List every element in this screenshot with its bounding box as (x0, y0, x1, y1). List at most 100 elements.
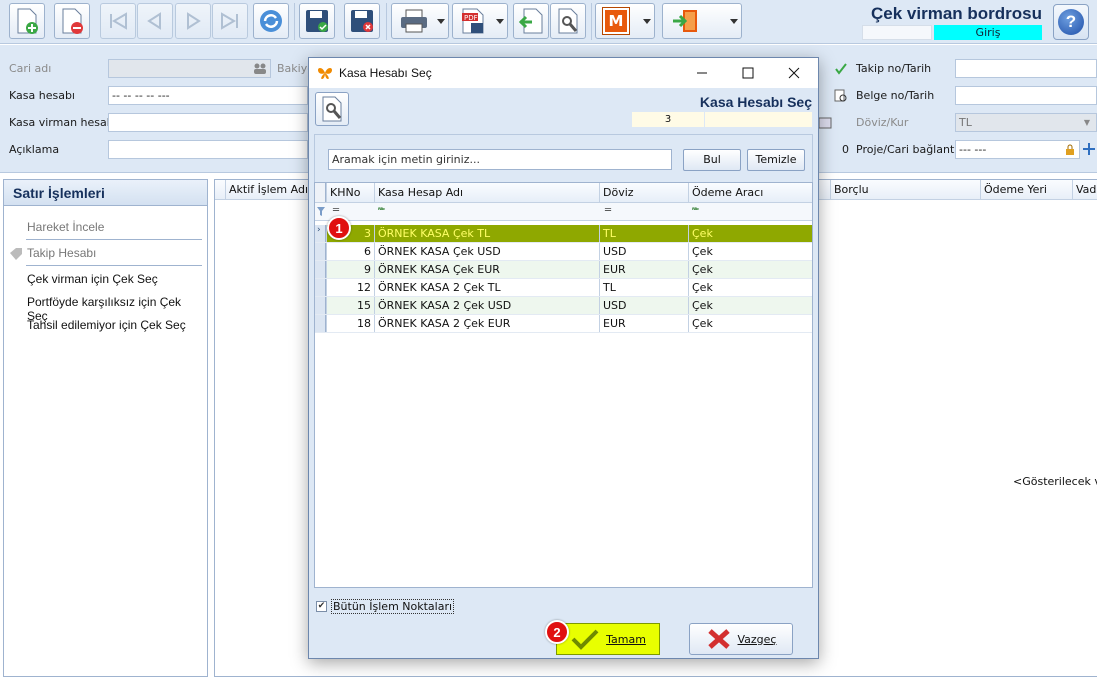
chevron-down-icon: ▼ (1083, 118, 1090, 127)
delete-document-icon (62, 8, 83, 34)
cell-kasa-hesap-adi: ÖRNEK KASA Çek EUR (374, 261, 599, 278)
clear-button[interactable]: Temizle (747, 149, 805, 171)
m-menu-button[interactable]: M (595, 3, 655, 39)
cell-kasa-hesap-adi: ÖRNEK KASA 2 Çek USD (374, 297, 599, 314)
takip-field[interactable] (955, 59, 1097, 78)
import-button[interactable] (513, 3, 549, 39)
pdf-export-button[interactable]: PDF (452, 3, 508, 39)
minimize-button[interactable] (679, 58, 725, 88)
document-search-icon[interactable] (834, 89, 848, 103)
cell-doviz: TL (599, 279, 688, 296)
dialog-title: Kasa Hesabı Seç (339, 66, 432, 80)
column-doviz[interactable]: Döviz (599, 183, 688, 202)
belge-field[interactable] (955, 86, 1097, 105)
cell-kasa-hesap-adi: ÖRNEK KASA Çek USD (374, 243, 599, 260)
takip-hesabi-item[interactable]: Takip Hesabı (4, 246, 204, 260)
cell-odeme-araci: Çek (688, 315, 812, 332)
save-button[interactable] (299, 3, 335, 39)
tahsil-edilemiyor-item[interactable]: Tahsil edilemiyor için Çek Seç (4, 318, 204, 332)
column-odeme-yeri[interactable]: Ödeme Yeri (980, 180, 1072, 200)
table-row[interactable]: 12 ÖRNEK KASA 2 Çek TL TL Çek (315, 279, 812, 297)
lock-icon (1066, 144, 1074, 155)
all-points-checkbox[interactable]: ✔ (316, 601, 327, 612)
satir-islemleri-panel: Satır İşlemleri Hareket İncele Takip Hes… (3, 179, 208, 677)
table-row[interactable]: 15 ÖRNEK KASA 2 Çek USD USD Çek (315, 297, 812, 315)
column-khno[interactable]: KHNo (326, 183, 374, 202)
cari-adi-label: Cari adı (9, 62, 52, 75)
table-row[interactable]: 18 ÖRNEK KASA 2 Çek EUR EUR Çek (315, 315, 812, 333)
minimize-icon (697, 72, 707, 74)
first-record-button[interactable] (100, 3, 136, 39)
add-icon[interactable] (1082, 142, 1096, 156)
dialog-titlebar: Kasa Hesabı Seç (309, 58, 818, 88)
delete-document-button[interactable] (54, 3, 90, 39)
step-1-badge: 1 (327, 216, 351, 240)
tools-button[interactable] (550, 3, 586, 39)
discard-button[interactable] (344, 3, 380, 39)
calculator-icon[interactable] (818, 116, 832, 130)
doviz-select[interactable]: TL ▼ (955, 113, 1097, 132)
chevron-down-icon (496, 19, 504, 24)
help-button[interactable]: ? (1053, 4, 1089, 40)
import-document-icon (518, 8, 543, 34)
table-row[interactable]: › 3 ÖRNEK KASA Çek TL TL Çek (315, 225, 812, 243)
maximize-button[interactable] (725, 58, 771, 88)
table-row[interactable]: 9 ÖRNEK KASA Çek EUR EUR Çek (315, 261, 812, 279)
refresh-icon (260, 10, 282, 32)
filter-row[interactable]: ═ ᴿᴮᶜ ═ ᴿᴮᶜ (315, 203, 812, 221)
print-button[interactable] (391, 3, 449, 39)
find-button[interactable]: Bul (683, 149, 741, 171)
cell-doviz: EUR (599, 261, 688, 278)
hareket-incele-item[interactable]: Hareket İncele (4, 220, 204, 234)
new-document-button[interactable] (9, 3, 45, 39)
cell-kasa-hesap-adi: ÖRNEK KASA 2 Çek TL (374, 279, 599, 296)
first-record-icon (110, 12, 127, 30)
close-button[interactable] (771, 58, 817, 88)
next-record-button[interactable] (175, 3, 211, 39)
equals-operator-icon: ═ (333, 205, 340, 216)
kasa-virman-field[interactable] (108, 113, 308, 132)
text-filter-icon: ᴿᴮᶜ (378, 207, 385, 214)
pdf-icon: PDF (462, 8, 484, 34)
search-input[interactable]: Aramak için metin giriniz... (328, 149, 672, 170)
cell-khno: 9 (326, 261, 374, 278)
column-borclu[interactable]: Borçlu (830, 180, 980, 200)
cancel-button[interactable]: Vazgeç (689, 623, 793, 655)
cari-adi-field[interactable] (108, 59, 271, 78)
column-vade[interactable]: Vade (1072, 180, 1097, 200)
table-row[interactable]: 6 ÖRNEK KASA Çek USD USD Çek (315, 243, 812, 261)
kasa-hesabi-sec-dialog: Kasa Hesabı Seç Kasa Hesabı Seç 3 Aramak… (308, 57, 819, 659)
last-record-button[interactable] (212, 3, 248, 39)
butterfly-icon (318, 68, 332, 79)
doviz-label: Döviz/Kur (856, 116, 909, 129)
next-icon (187, 12, 201, 30)
exit-button[interactable] (662, 3, 742, 39)
kasa-hesabi-label: Kasa hesabı (9, 89, 75, 102)
previous-record-button[interactable] (137, 3, 173, 39)
column-odeme-araci[interactable]: Ödeme Aracı (688, 183, 812, 202)
cell-odeme-araci: Çek (688, 225, 812, 242)
cek-virman-sec-item[interactable]: Çek virman için Çek Seç (4, 272, 204, 286)
chevron-down-icon (437, 19, 445, 24)
kasa-hesabi-field[interactable]: -- -- -- -- --- (108, 86, 308, 105)
new-document-icon (17, 8, 38, 34)
proje-field[interactable]: --- --- (955, 140, 1080, 159)
cell-doviz: USD (599, 243, 688, 260)
step-2-badge: 2 (545, 620, 569, 644)
dialog-tools-button[interactable] (315, 92, 349, 126)
column-kasa-hesap-adi[interactable]: Kasa Hesap Adı (374, 183, 599, 202)
refresh-button[interactable] (253, 3, 289, 39)
cell-odeme-araci: Çek (688, 261, 812, 278)
cell-odeme-araci: Çek (688, 297, 812, 314)
check-icon[interactable] (834, 62, 848, 76)
belge-label: Belge no/Tarih (856, 89, 935, 102)
previous-icon (147, 12, 161, 30)
aciklama-field[interactable] (108, 140, 308, 159)
cell-khno: 12 (326, 279, 374, 296)
document-tools-icon (322, 96, 342, 122)
kasa-hesap-grid: KHNo Kasa Hesap Adı Döviz Ödeme Aracı ═ … (314, 182, 813, 588)
ok-button[interactable]: Tamam (556, 623, 660, 655)
dialog-heading: Kasa Hesabı Seç (699, 94, 812, 110)
all-points-label[interactable]: Bütün İşlem Noktaları (331, 599, 455, 614)
chevron-down-icon (730, 19, 738, 24)
